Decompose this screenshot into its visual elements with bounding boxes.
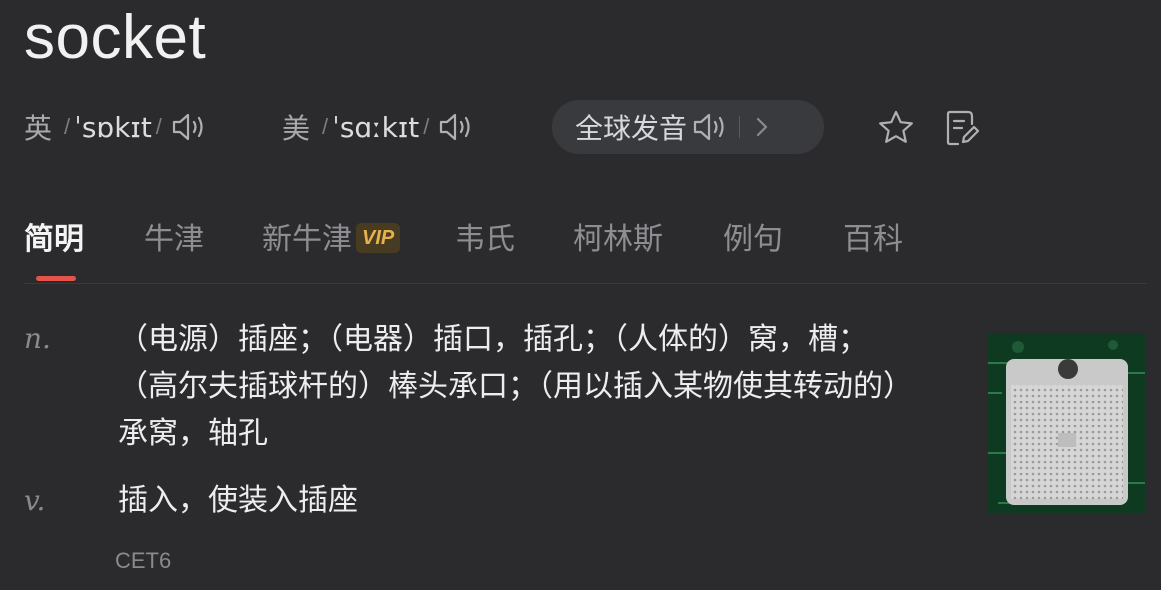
tab-label: 柯林斯 bbox=[573, 222, 663, 257]
ipa-slash-close: / bbox=[423, 114, 430, 139]
tab-label: 例句 bbox=[723, 222, 783, 257]
socket-image[interactable] bbox=[988, 333, 1145, 514]
us-region-label: 美 bbox=[282, 112, 311, 145]
exam-tag: CET6 bbox=[115, 548, 172, 573]
ipa-slash-open: / bbox=[64, 114, 71, 139]
tab-collins[interactable]: 柯林斯 bbox=[573, 214, 663, 258]
pronunciation-row: 英 / ˈsɒkɪt / 美 / ˈsɑːkɪt / 全球发音 bbox=[24, 100, 1161, 154]
global-pronunciation-button[interactable]: 全球发音 bbox=[552, 100, 824, 154]
uk-region-label: 英 bbox=[24, 112, 53, 145]
tab-label: 牛津 bbox=[144, 222, 204, 257]
vip-badge: VIP bbox=[356, 222, 401, 253]
tab-divider bbox=[24, 283, 1147, 284]
dictionary-tabs: 简明 牛津 新牛津 VIP 韦氏 柯林斯 例句 百科 bbox=[24, 214, 1161, 284]
definition-noun: （电源）插座；（电器）插口，插孔；（人体的）窝，槽；（高尔夫插球杆的）棒头承口；… bbox=[118, 322, 898, 451]
definition-verb: 插入，使装入插座 bbox=[118, 483, 358, 518]
pill-separator bbox=[739, 116, 741, 138]
uk-pronunciation: 英 / ˈsɒkɪt / bbox=[24, 100, 210, 154]
note-edit-icon[interactable] bbox=[942, 108, 982, 148]
active-tab-indicator bbox=[36, 276, 76, 281]
us-ipa: ˈsɑːkɪt bbox=[332, 110, 420, 144]
tab-label: 韦氏 bbox=[455, 222, 515, 257]
chevron-right-icon bbox=[756, 117, 768, 137]
ipa-slash-close: / bbox=[155, 114, 162, 139]
star-icon[interactable] bbox=[876, 108, 916, 148]
us-pronunciation: 美 / ˈsɑːkɪt / bbox=[282, 100, 477, 154]
tab-oxford[interactable]: 牛津 bbox=[144, 214, 204, 258]
global-pronunciation-label: 全球发音 bbox=[575, 112, 688, 145]
speaker-icon bbox=[693, 113, 724, 141]
tab-new-oxford[interactable]: 新牛津 VIP bbox=[262, 214, 401, 258]
part-of-speech-verb: v. bbox=[24, 484, 46, 517]
tab-webster[interactable]: 韦氏 bbox=[455, 214, 515, 258]
tab-label: 新牛津 bbox=[262, 222, 352, 257]
ipa-slash-open: / bbox=[322, 114, 329, 139]
headword: socket bbox=[24, 3, 207, 72]
uk-ipa: ˈsɒkɪt bbox=[74, 110, 152, 144]
tab-concise[interactable]: 简明 bbox=[24, 214, 84, 258]
cpu-socket-illustration bbox=[988, 333, 1145, 514]
tab-encyclopedia[interactable]: 百科 bbox=[843, 214, 903, 258]
tab-examples[interactable]: 例句 bbox=[723, 214, 783, 258]
speaker-icon[interactable] bbox=[170, 110, 210, 144]
speaker-icon[interactable] bbox=[437, 110, 477, 144]
tab-label: 简明 bbox=[24, 222, 84, 257]
tab-label: 百科 bbox=[843, 222, 903, 257]
part-of-speech-noun: n. bbox=[24, 322, 51, 355]
